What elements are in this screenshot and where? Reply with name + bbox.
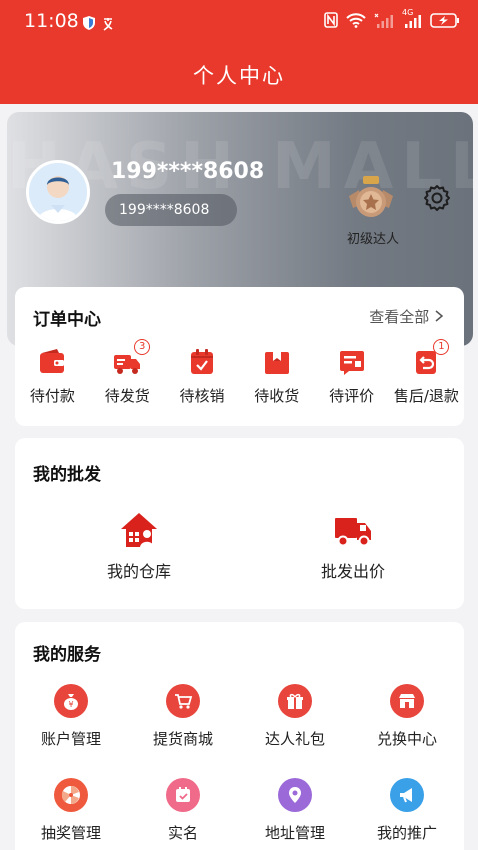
order-item-pending-payment[interactable]: 待付款 [15,347,90,406]
services-card: 我的服务 ¥ 账户管理 提货商城 达人礼包 兑换中心 抽奖管理 实名 地址管理 … [15,622,464,850]
service-my-promotion[interactable]: 我的推广 [351,778,463,843]
order-item-pending-verify[interactable]: 待核销 [165,347,240,406]
order-center-card: 订单中心 查看全部 待付款 3 待发货 待核销 待收货 待评价 1 售后/退款 [15,287,464,426]
my-warehouse-button[interactable]: 我的仓库 [64,510,214,582]
shield-icon [82,14,96,36]
status-time: 11:08 [24,10,79,32]
service-lottery-management[interactable]: 抽奖管理 [15,778,127,843]
nfc-icon [324,12,338,32]
order-item-label: 待核销 [179,387,225,405]
service-label: 实名 [167,824,198,842]
order-item-refund[interactable]: 1 售后/退款 [389,339,464,406]
order-center-title: 订单中心 [33,310,101,330]
service-label: 提货商城 [152,730,213,748]
avatar[interactable] [26,160,90,224]
level-label: 初级达人 [346,232,399,247]
wallet-icon [37,347,67,377]
service-label: 兑换中心 [376,730,437,748]
order-badge: 3 [134,339,151,355]
service-label: 账户管理 [40,730,101,748]
order-item-pending-receipt[interactable]: 待收货 [239,347,314,406]
order-item-label: 待收货 [254,387,300,405]
view-all-label: 查看全部 [369,308,430,326]
review-icon [337,347,367,377]
package-icon [262,347,292,377]
order-item-label: 售后/退款 [393,387,459,405]
delivery-truck-icon: 3 [112,339,151,377]
service-account-management[interactable]: ¥ 账户管理 [15,684,127,749]
money-bag-icon: ¥ [54,684,88,718]
order-status-row: 待付款 3 待发货 待核销 待收货 待评价 1 售后/退款 [15,339,464,406]
order-item-label: 待付款 [29,387,75,405]
service-real-name[interactable]: 实名 [127,778,239,843]
page-title: 个人中心 [193,64,285,88]
store-icon [390,684,424,718]
chevron-right-icon [434,308,444,326]
top-bar: 11:08 4G 个人中心 [0,0,478,104]
order-item-label: 待发货 [104,387,150,405]
service-exchange-center[interactable]: 兑换中心 [351,684,463,749]
signal-1-icon [374,13,394,32]
megaphone-icon [390,778,424,812]
signal-2-icon: 4G [402,8,422,32]
wholesale-bid-button[interactable]: 批发出价 [278,510,428,582]
service-pickup-mall[interactable]: 提货商城 [127,684,239,749]
service-label: 达人礼包 [264,730,325,748]
network-type: 4G [402,7,414,17]
phone-pill: 199****8608 [105,194,237,226]
lottery-wheel-icon [54,778,88,812]
order-badge: 1 [433,339,450,355]
service-address-management[interactable]: 地址管理 [239,778,351,843]
level-medal-icon [345,174,397,226]
translate-icon [102,14,118,36]
services-title: 我的服务 [33,645,101,665]
order-item-pending-shipment[interactable]: 3 待发货 [90,339,165,406]
battery-icon [430,12,460,32]
wholesale-item-label: 批发出价 [320,562,385,581]
wholesale-item-label: 我的仓库 [106,562,171,581]
service-label: 抽奖管理 [40,824,101,842]
truck-icon [333,510,373,550]
svg-text:¥: ¥ [68,700,73,709]
refund-icon: 1 [411,339,450,377]
calendar-check-icon [187,347,217,377]
gift-icon [278,684,312,718]
view-all-link[interactable]: 查看全部 [369,306,444,327]
settings-gear-icon[interactable] [423,184,451,212]
service-label: 我的推广 [376,824,437,842]
service-expert-gift[interactable]: 达人礼包 [239,684,351,749]
map-pin-icon [278,778,312,812]
order-item-pending-review[interactable]: 待评价 [314,347,389,406]
cart-icon [166,684,200,718]
wifi-icon [346,12,366,32]
status-bar: 11:08 4G [24,8,460,36]
username: 199****8608 [111,159,265,184]
id-check-icon [166,778,200,812]
service-label: 地址管理 [264,824,325,842]
order-item-label: 待评价 [329,387,375,405]
status-icons: 4G [324,8,460,32]
wholesale-card: 我的批发 我的仓库 批发出价 [15,438,464,609]
wholesale-title: 我的批发 [33,465,101,485]
warehouse-icon [119,510,159,550]
